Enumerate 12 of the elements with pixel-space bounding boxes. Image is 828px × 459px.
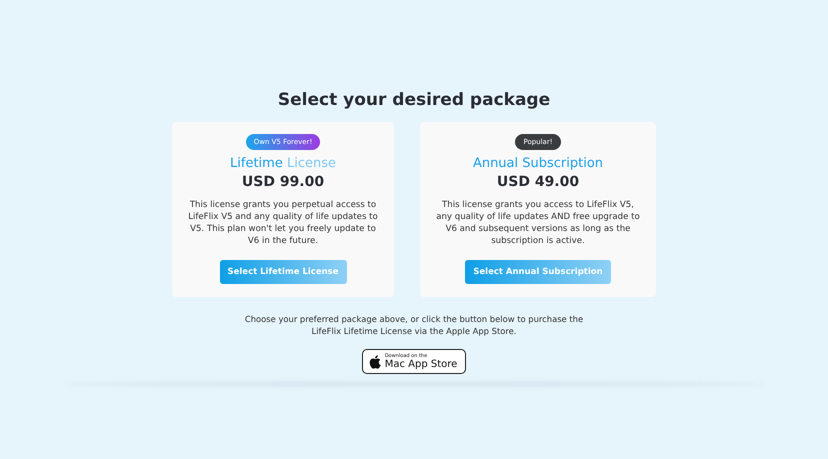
package-description: This license grants you perpetual access to LifeFlix V5 and any quality of life updates to V5. This plan won't let you freely update to V6 in the future. xyxy=(187,199,379,247)
package-price: USD 99.00 xyxy=(242,174,324,190)
select-package-button[interactable]: Select Lifetime License xyxy=(220,260,346,284)
select-package-button[interactable]: Select Annual Subscription xyxy=(465,260,611,284)
package-description: This license grants you access to LifeFlix V5, any quality of life updates AND free upgrade to V6 and subsequent versions as long as the subscription is active. xyxy=(435,199,641,247)
footer-note: Choose your preferred package above, or click the button below to purchase the LifeFlix Lifetime License via the Apple App Store. xyxy=(244,313,584,337)
apple-icon xyxy=(368,354,381,368)
package-title: Annual Subscription xyxy=(472,156,604,171)
store-name: Mac App Store xyxy=(384,359,458,370)
page-heading: Select your desired package xyxy=(278,90,550,110)
package-price: USD 49.00 xyxy=(496,174,580,190)
package-title: Lifetime License xyxy=(230,156,336,171)
